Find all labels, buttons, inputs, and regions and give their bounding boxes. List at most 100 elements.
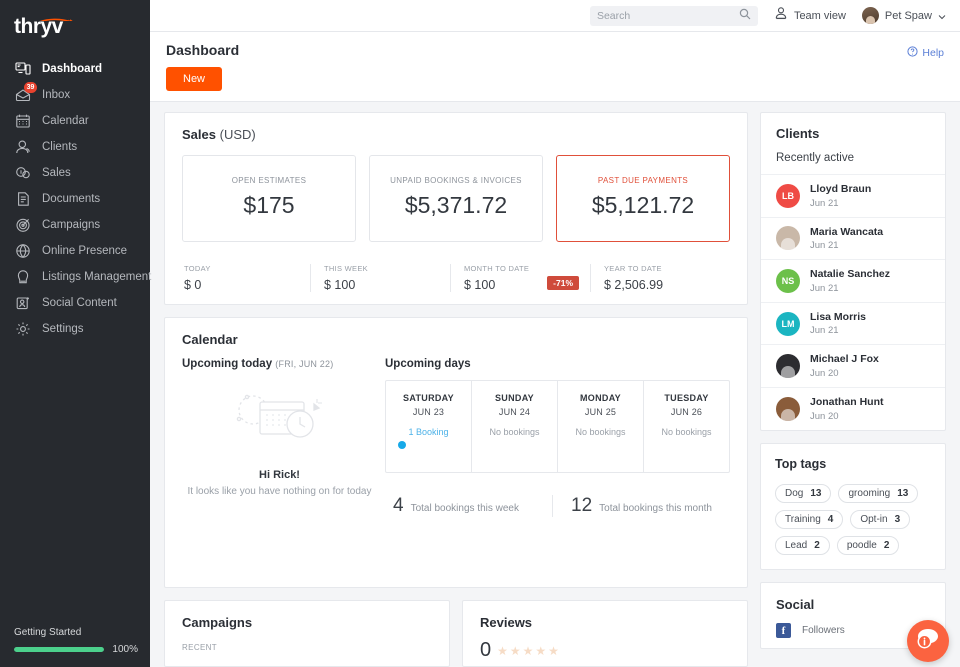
tag-chip[interactable]: poodle 2 xyxy=(836,535,900,555)
summary-label: MONTH TO DATE xyxy=(464,264,530,273)
search-icon[interactable] xyxy=(739,7,751,25)
sidebar-item-online-presence[interactable]: Online Presence xyxy=(0,238,150,264)
getting-started-progress xyxy=(14,647,105,652)
client-list-item[interactable]: Maria Wancata Jun 21 xyxy=(761,216,945,260)
summary-month-to-date: MONTH TO DATE $ 100 -71% xyxy=(450,264,590,292)
stat-past-due-payments[interactable]: PAST DUE PAYMENTS $5,121.72 xyxy=(556,155,730,242)
campaigns-title: Campaigns xyxy=(182,615,253,630)
upcoming-today-label: Upcoming today xyxy=(182,358,273,370)
client-avatar: NS xyxy=(776,268,800,293)
stat-label: UNPAID BOOKINGS & INVOICES xyxy=(390,176,522,185)
scroll-region: Sales (USD) OPEN ESTIMATES $175 UNPAID B… xyxy=(150,102,960,667)
stat-label: PAST DUE PAYMENTS xyxy=(597,176,689,185)
day-column-tuesday[interactable]: TUESDAY JUN 26 No bookings xyxy=(643,381,729,472)
left-column: Sales (USD) OPEN ESTIMATES $175 UNPAID B… xyxy=(164,112,748,667)
team-view-button[interactable]: Team view xyxy=(774,6,846,25)
client-date: Jun 21 xyxy=(810,282,839,294)
sidebar-item-inbox[interactable]: 39 Inbox xyxy=(0,81,150,108)
tag-name: poodle xyxy=(846,539,877,551)
client-avatar xyxy=(776,354,800,379)
day-column-saturday[interactable]: SATURDAY JUN 23 1 Booking xyxy=(386,381,471,472)
day-name: SUNDAY xyxy=(495,393,534,403)
tag-count: 13 xyxy=(810,487,822,499)
help-link[interactable]: Help xyxy=(907,44,944,62)
sidebar-nav: Dashboard 39 Inbox Calendar Clients Sale… xyxy=(0,56,152,342)
client-date: Jun 21 xyxy=(810,240,839,252)
stat-open-estimates[interactable]: OPEN ESTIMATES $175 xyxy=(182,155,356,242)
getting-started-panel[interactable]: Getting Started 100% xyxy=(0,617,150,667)
summary-value: $ 2,506.99 xyxy=(604,278,664,292)
client-name: Jonathan Hunt xyxy=(810,395,884,408)
summary-value: $ 0 xyxy=(184,278,202,292)
tag-count: 13 xyxy=(897,487,909,499)
logo[interactable]: thryv xyxy=(0,0,150,50)
sidebar-item-label: Listings Management xyxy=(42,271,152,283)
client-date: Jun 20 xyxy=(810,367,839,379)
sidebar-item-settings[interactable]: Settings xyxy=(0,316,150,342)
clients-title: Clients xyxy=(776,126,820,141)
search-box[interactable] xyxy=(589,5,758,26)
avatar xyxy=(861,7,879,24)
sidebar-item-listings-management[interactable]: Listings Management xyxy=(0,264,152,290)
top-tags-card: Top tags Dog 13 grooming 13 Training 4 O… xyxy=(760,442,946,570)
reviews-title: Reviews xyxy=(480,615,533,630)
summary-label: YEAR TO DATE xyxy=(604,264,662,273)
sidebar-item-clients[interactable]: Clients xyxy=(0,134,150,160)
globe-icon xyxy=(14,243,31,260)
booking-dot[interactable] xyxy=(398,441,406,449)
total-bookings-week: 4 Total bookings this week xyxy=(387,495,552,517)
summary-change-badge: -71% xyxy=(547,275,579,290)
tag-chip[interactable]: grooming 13 xyxy=(838,483,919,503)
app-root: thryv Dashboard 39 Inbox Calendar Client… xyxy=(0,0,960,667)
day-column-monday[interactable]: MONDAY JUN 25 No bookings xyxy=(557,381,643,472)
summary-value: $ 100 xyxy=(324,278,356,292)
client-name: Maria Wancata xyxy=(810,225,884,238)
account-menu[interactable]: Pet Spaw xyxy=(861,7,946,25)
tag-chip[interactable]: Lead 2 xyxy=(775,535,830,555)
sidebar-item-sales[interactable]: Sales xyxy=(0,160,150,186)
social-followers-label: Followers xyxy=(802,624,845,636)
client-avatar: LB xyxy=(776,183,800,208)
team-view-icon xyxy=(774,6,788,25)
day-column-sunday[interactable]: SUNDAY JUN 24 No bookings xyxy=(471,381,557,472)
empty-greeting: Hi Rick! xyxy=(259,469,300,481)
sidebar-item-social-content[interactable]: Social Content xyxy=(0,290,150,316)
help-chat-fab[interactable] xyxy=(907,620,949,662)
client-list-item[interactable]: LB Lloyd Braun Jun 21 xyxy=(761,174,945,217)
stat-unpaid-bookings-invoices[interactable]: UNPAID BOOKINGS & INVOICES $5,371.72 xyxy=(369,155,543,242)
tag-name: Training xyxy=(785,513,821,525)
client-list-item[interactable]: Michael J Fox Jun 20 xyxy=(761,344,945,387)
topbar: Team view Pet Spaw xyxy=(150,0,960,32)
tag-chip[interactable]: Opt-in 3 xyxy=(850,509,911,529)
client-name: Michael J Fox xyxy=(810,353,879,366)
reviews-card: Reviews 0 ★★★★★ xyxy=(462,600,748,667)
search-input[interactable] xyxy=(596,9,733,22)
top-tags-list: Dog 13 grooming 13 Training 4 Opt-in 3 L… xyxy=(775,483,931,555)
tag-name: Dog xyxy=(785,487,804,499)
gear-icon xyxy=(14,321,31,338)
client-initials: LM xyxy=(781,318,795,329)
sidebar-item-label: Documents xyxy=(42,193,101,205)
calendar-body: Upcoming today (FRI, JUN 22) Hi Rick! It… xyxy=(182,358,730,517)
new-button[interactable]: New xyxy=(166,67,223,91)
listings-icon xyxy=(14,269,31,286)
clients-header: Clients Recently active xyxy=(761,113,945,174)
upcoming-today-panel: Upcoming today (FRI, JUN 22) Hi Rick! It… xyxy=(182,358,377,517)
inbox-badge: 39 xyxy=(24,81,37,93)
tag-chip[interactable]: Dog 13 xyxy=(775,483,832,503)
client-list-item[interactable]: NS Natalie Sanchez Jun 21 xyxy=(761,259,945,302)
getting-started-progress-fill xyxy=(14,647,105,652)
tag-chip[interactable]: Training 4 xyxy=(775,509,844,529)
sidebar-item-calendar[interactable]: Calendar xyxy=(0,108,150,134)
sidebar-item-dashboard[interactable]: Dashboard xyxy=(0,56,150,82)
sidebar-item-campaigns[interactable]: Campaigns xyxy=(0,212,150,238)
client-name: Natalie Sanchez xyxy=(810,268,890,281)
client-list-item[interactable]: Jonathan Hunt Jun 20 xyxy=(761,386,945,430)
sidebar-item-label: Sales xyxy=(42,167,71,179)
summary-today: TODAY $ 0 xyxy=(182,264,310,292)
upcoming-days-label: Upcoming days xyxy=(385,358,471,370)
sidebar-item-documents[interactable]: Documents xyxy=(0,186,150,212)
client-list-item[interactable]: LM Lisa Morris Jun 21 xyxy=(761,301,945,345)
stat-value: $175 xyxy=(243,192,295,218)
day-booking-count[interactable]: 1 Booking xyxy=(386,427,471,437)
